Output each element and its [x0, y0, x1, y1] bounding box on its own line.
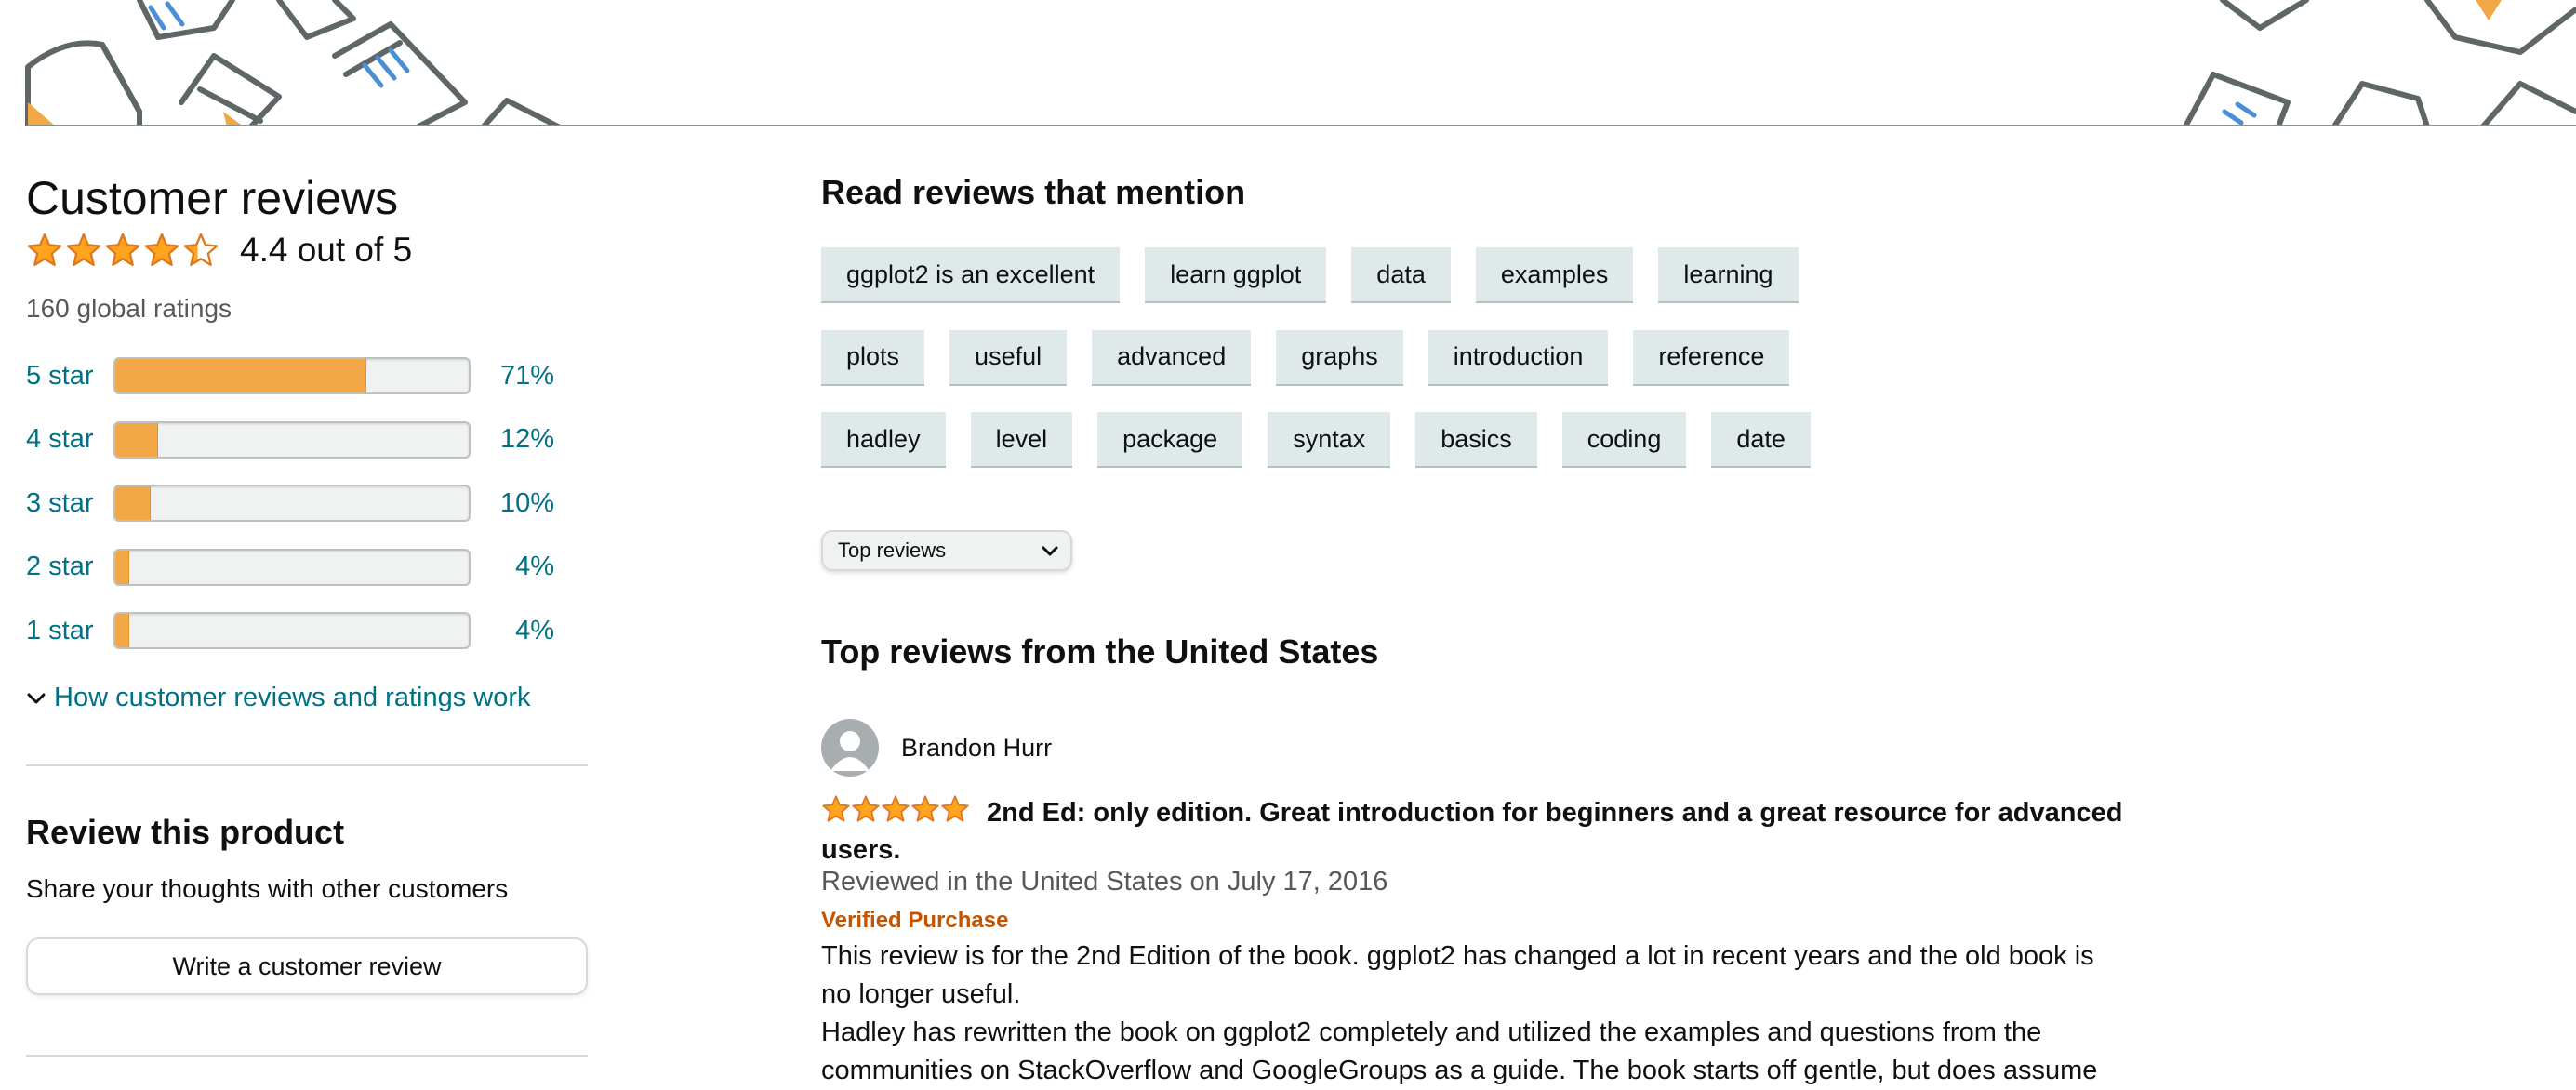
star-icon	[822, 795, 850, 822]
star-icon	[852, 795, 880, 822]
user-icon	[830, 731, 870, 771]
histogram-star-label: 4 star	[26, 424, 94, 454]
histogram-row-2-star[interactable]: 2 star 4%	[26, 547, 588, 588]
review-body-line: communities on StackOverflow and GoogleG…	[821, 1056, 2098, 1085]
histogram-percent: 71%	[499, 360, 554, 391]
histogram-row-5-star[interactable]: 5 star 71%	[26, 355, 588, 396]
customer-reviews-summary: Customer reviews 4.4 out of 5 160 global…	[26, 172, 588, 1057]
star-icon	[941, 795, 969, 822]
mention-tag-row: hadley level package syntax basics coding date	[821, 412, 1836, 468]
histogram-bar	[113, 420, 471, 459]
mention-tag[interactable]: graphs	[1276, 329, 1403, 386]
star-icon	[911, 795, 939, 822]
review-stars[interactable]	[821, 794, 970, 824]
histogram-bar	[113, 548, 471, 586]
decorative-banner	[0, 0, 2576, 126]
mention-tag[interactable]: useful	[949, 329, 1068, 386]
books-illustration-right	[2183, 0, 2576, 126]
customer-reviews-heading: Customer reviews	[26, 172, 399, 224]
books-illustration-left	[25, 0, 561, 126]
mention-tag-row: ggplot2 is an excellent learn ggplot data e…	[821, 247, 1824, 303]
histogram-percent: 12%	[499, 424, 554, 454]
avatar	[821, 719, 879, 777]
mention-tag[interactable]: basics	[1415, 412, 1537, 468]
histogram-percent: 4%	[515, 615, 554, 645]
mention-tag[interactable]: learning	[1658, 247, 1799, 303]
mention-tag[interactable]: hadley	[821, 412, 946, 468]
chevron-down-icon	[27, 693, 46, 703]
review-heading: 2nd Ed: only edition. Great introduction…	[821, 794, 2123, 869]
histogram-row-4-star[interactable]: 4 star 12%	[26, 419, 588, 460]
average-rating-stars	[26, 232, 221, 269]
review-product-heading: Review this product	[26, 813, 345, 851]
sort-selected-label: Top reviews	[838, 538, 947, 562]
banner-divider	[26, 125, 2576, 126]
star-icon	[882, 795, 910, 822]
histogram-bar-fill	[115, 550, 130, 584]
review-card: Brandon Hurr 2nd Ed: only edition. Great…	[821, 718, 2123, 1085]
section-divider	[26, 1055, 588, 1057]
star-icon	[144, 233, 179, 266]
mention-tag[interactable]: introduction	[1427, 329, 1609, 386]
histogram-star-label: 5 star	[26, 360, 94, 391]
histogram-row-3-star[interactable]: 3 star 10%	[26, 483, 588, 524]
star-icon	[105, 233, 140, 266]
histogram-star-label: 3 star	[26, 487, 94, 518]
review-body-line: no longer useful.	[821, 979, 1021, 1009]
how-reviews-work-link[interactable]: How customer reviews and ratings work	[26, 683, 531, 713]
histogram-star-label: 1 star	[26, 615, 94, 645]
sort-reviews-dropdown[interactable]: Top reviews	[821, 530, 1072, 571]
review-title[interactable]: 2nd Ed: only edition. Great introduction…	[821, 794, 2123, 869]
mention-tag[interactable]: level	[970, 412, 1073, 468]
histogram-bar-fill	[115, 614, 130, 647]
histogram-bar	[113, 612, 471, 649]
verified-purchase-badge: Verified Purchase	[821, 908, 1009, 933]
histogram-bar-fill	[115, 486, 151, 520]
histogram-bar-fill	[115, 359, 366, 392]
chevron-down-icon	[1042, 546, 1058, 556]
reviewer-name: Brandon Hurr	[901, 733, 1053, 762]
review-date: Reviewed in the United States on July 17…	[821, 867, 1388, 897]
review-body-line: Hadley has rewritten the book on ggplot2…	[821, 1017, 2042, 1047]
histogram-star-label: 2 star	[26, 552, 94, 581]
star-icon	[27, 233, 62, 266]
review-product-subtitle: Share your thoughts with other customers	[26, 874, 509, 903]
write-review-button[interactable]: Write a customer review	[26, 937, 588, 995]
histogram-bar-fill	[115, 422, 158, 457]
mention-tag[interactable]: plots	[821, 329, 925, 386]
star-icon	[183, 233, 219, 266]
average-rating[interactable]: 4.4 out of 5	[26, 231, 412, 270]
mention-tag[interactable]: advanced	[1092, 329, 1252, 386]
star-icon	[66, 233, 101, 266]
reviewer-profile[interactable]: Brandon Hurr	[821, 718, 2123, 778]
histogram-percent: 4%	[515, 552, 554, 581]
average-rating-text: 4.4 out of 5	[240, 231, 413, 269]
mentions-heading: Read reviews that mention	[821, 173, 1246, 211]
top-reviews-heading: Top reviews from the United States	[821, 632, 1379, 671]
mention-tag[interactable]: date	[1711, 412, 1811, 468]
mention-tag[interactable]: learn ggplot	[1145, 247, 1327, 303]
mention-tag-row: plots useful advanced graphs introduction ref…	[821, 329, 1814, 386]
review-body: This review is for the 2nd Edition of th…	[821, 937, 2123, 1090]
mention-tag[interactable]: data	[1351, 247, 1451, 303]
how-reviews-work-label: How customer reviews and ratings work	[54, 683, 531, 712]
histogram-bar	[113, 485, 471, 522]
mention-tag[interactable]: package	[1097, 412, 1243, 468]
histogram-percent: 10%	[499, 487, 554, 518]
section-divider	[26, 764, 588, 766]
mention-tag[interactable]: reference	[1633, 329, 1790, 386]
mention-tag[interactable]: syntax	[1268, 412, 1391, 468]
review-body-line: This review is for the 2nd Edition of th…	[821, 941, 2094, 971]
histogram-bar	[113, 357, 471, 394]
mention-tag[interactable]: coding	[1561, 412, 1687, 468]
mention-tag[interactable]: examples	[1475, 247, 1634, 303]
histogram-row-1-star[interactable]: 1 star 4%	[26, 610, 588, 651]
global-ratings-count: 160 global ratings	[26, 294, 232, 323]
mention-tag[interactable]: ggplot2 is an excellent	[821, 247, 1121, 303]
